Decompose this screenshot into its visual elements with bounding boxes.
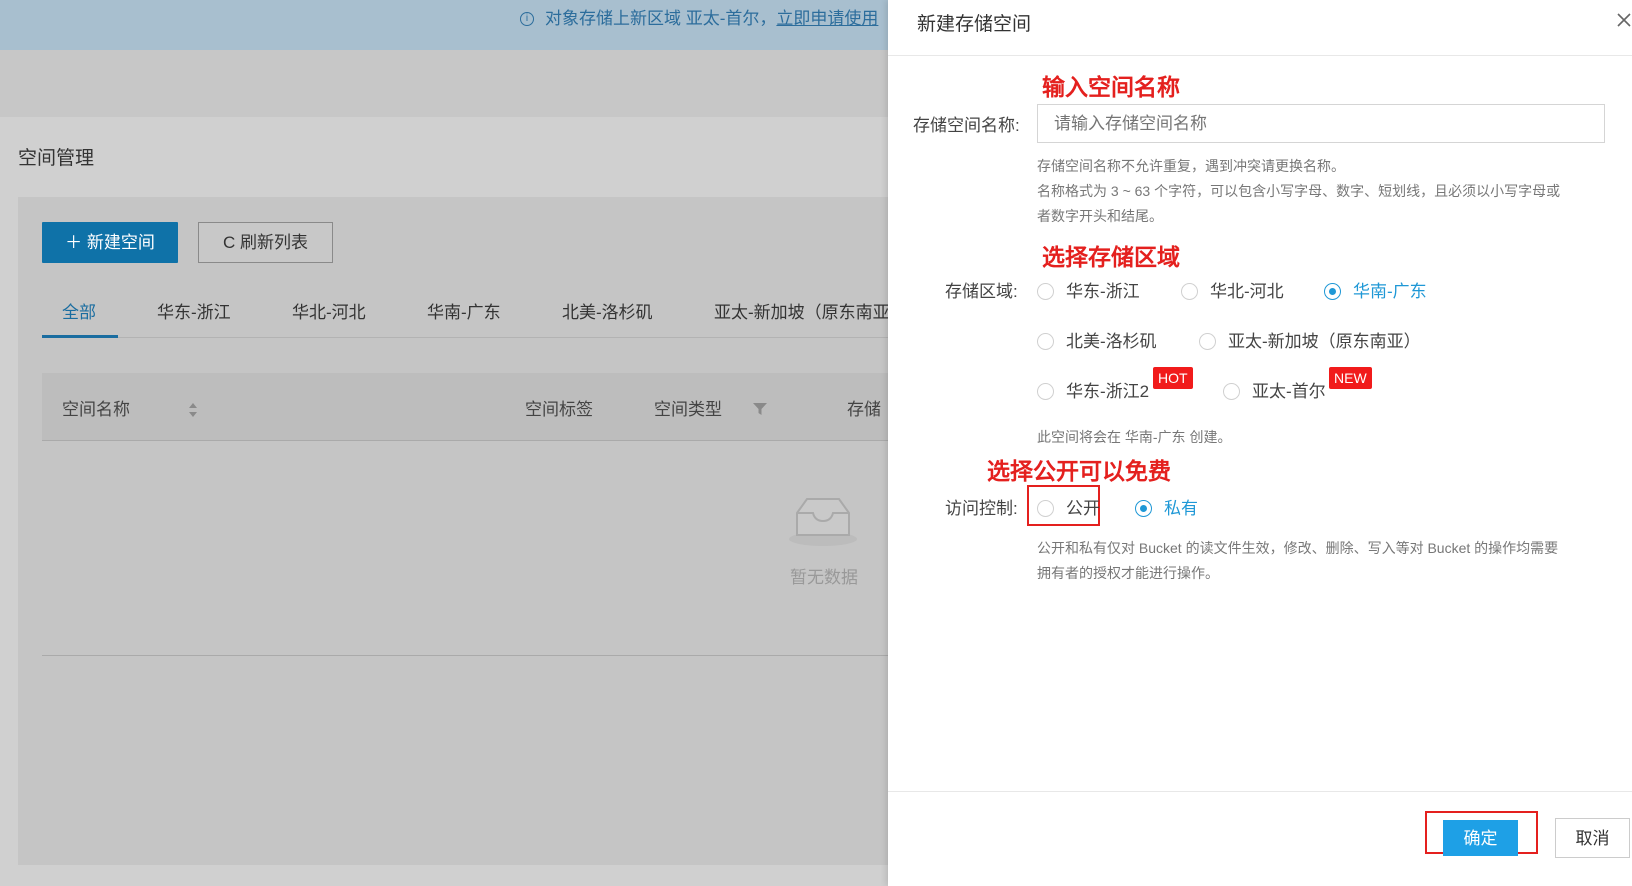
col-bucket-tags: 空间标签 [525,400,593,419]
radio-label: 华东-浙江 [1066,282,1140,301]
region-radio-east-zhejiang2[interactable]: 华东-浙江2 [1037,377,1149,401]
create-bucket-drawer: 新建存储空间 输入空间名称 存储空间名称: 存储空间名称不允许重复，遇到冲突请更… [888,0,1632,886]
annotation-select-public: 选择公开可以免费 [987,458,1171,484]
region-help: 此空间将会在 华南-广东 创建。 [1037,429,1232,445]
drawer-title: 新建存储空间 [917,14,1032,35]
table-header: 空间名称 空间标签 空间类型 存储 [42,373,918,441]
filter-icon[interactable] [753,403,767,415]
region-radio-north-hebei[interactable]: 华北-河北 [1181,277,1284,301]
empty-box-icon [789,498,857,546]
name-help-line-3: 者数字开头和结尾。 [1037,208,1163,224]
sort-icon[interactable] [188,402,198,418]
annotation-select-region: 选择存储区域 [1042,244,1180,270]
refresh-icon: C [222,233,236,252]
region-radio-south-guangdong[interactable]: 华南-广东 [1324,277,1427,301]
radio-circle-icon [1037,283,1054,300]
empty-state-text: 暂无数据 [790,568,858,587]
radio-label: 华北-河北 [1210,282,1284,301]
confirm-button[interactable]: 确定 [1443,820,1518,856]
bucket-name-input[interactable] [1037,104,1605,143]
radio-label: 私有 [1164,499,1198,518]
close-icon[interactable] [1616,8,1632,34]
radio-circle-icon [1181,283,1198,300]
annotation-enter-name: 输入空间名称 [1042,74,1180,100]
radio-label: 亚太-首尔 [1252,382,1326,401]
region-radio-east-zhejiang[interactable]: 华东-浙江 [1037,277,1140,301]
name-help-line-1: 存储空间名称不允许重复，遇到冲突请更换名称。 [1037,158,1345,174]
page-title: 空间管理 [18,148,95,169]
announcement-text: 对象存储上新区域 亚太-首尔，立即申请使用 [545,9,879,28]
access-radio-public[interactable]: 公开 [1037,494,1100,518]
refresh-list-label: 刷新列表 [240,233,308,252]
radio-selected-icon [1324,283,1341,300]
col-bucket-type: 空间类型 [654,400,722,419]
col-storage: 存储 [847,400,881,419]
radio-label: 北美-洛杉矶 [1066,332,1157,351]
radio-selected-icon [1135,500,1152,517]
name-help-line-2: 名称格式为 3 ~ 63 个字符，可以包含小写字母、数字、短划线，且必须以小写字… [1037,183,1561,199]
info-icon: i [520,12,534,26]
access-radio-private[interactable]: 私有 [1135,494,1198,518]
radio-circle-icon [1037,383,1054,400]
radio-label: 华南-广东 [1353,282,1427,301]
cancel-button[interactable]: 取消 [1555,818,1630,858]
radio-label: 华东-浙江2 [1066,382,1150,401]
col-bucket-name[interactable]: 空间名称 [62,395,130,420]
table-bottom-divider [42,655,918,656]
region-label: 存储区域: [945,282,1018,301]
radio-circle-icon [1037,333,1054,350]
close-x-glyph [1617,13,1631,27]
access-help-line-2: 拥有者的授权才能进行操作。 [1037,565,1219,581]
new-badge: NEW [1329,367,1372,389]
bucket-name-help: 存储空间名称不允许重复，遇到冲突请更换名称。 名称格式为 3 ~ 63 个字符，… [1037,154,1607,229]
access-help: 公开和私有仅对 Bucket 的读文件生效，修改、删除、写入等对 Bucket … [1037,536,1607,586]
radio-circle-icon [1223,383,1240,400]
tab-na-losangeles[interactable]: 北美-洛杉矶 [562,298,653,323]
region-tabs: 全部 华东-浙江 华北-河北 华南-广东 北美-洛杉矶 亚太-新加坡（原东南亚 [42,292,918,338]
drawer-footer: 确定 取消 [888,791,1632,886]
region-radio-na-losangeles[interactable]: 北美-洛杉矶 [1037,327,1157,351]
access-help-line-1: 公开和私有仅对 Bucket 的读文件生效，修改、删除、写入等对 Bucket … [1037,540,1559,556]
tab-all[interactable]: 全部 [62,298,96,323]
radio-label: 公开 [1066,499,1100,518]
tab-north-hebei[interactable]: 华北-河北 [292,298,366,323]
hot-badge: HOT [1153,367,1193,389]
tab-ap-singapore[interactable]: 亚太-新加坡（原东南亚 [714,298,890,323]
tab-east-zhejiang[interactable]: 华东-浙江 [157,298,231,323]
radio-label: 亚太-新加坡（原东南亚） [1228,332,1421,351]
tab-south-guangdong[interactable]: 华南-广东 [427,298,501,323]
create-bucket-button[interactable]: ＋ 新建空间 [42,222,178,263]
active-tab-indicator [42,335,118,338]
apply-link[interactable]: 立即申请使用 [776,9,878,28]
region-radio-ap-singapore[interactable]: 亚太-新加坡（原东南亚） [1199,327,1421,351]
access-control-label: 访问控制: [945,499,1018,518]
drawer-header: 新建存储空间 [888,0,1632,56]
radio-circle-icon [1199,333,1216,350]
region-radio-ap-seoul[interactable]: 亚太-首尔 [1223,377,1326,401]
radio-circle-icon [1037,500,1054,517]
refresh-list-button[interactable]: C 刷新列表 [198,222,333,263]
bucket-name-label: 存储空间名称: [913,116,1020,135]
